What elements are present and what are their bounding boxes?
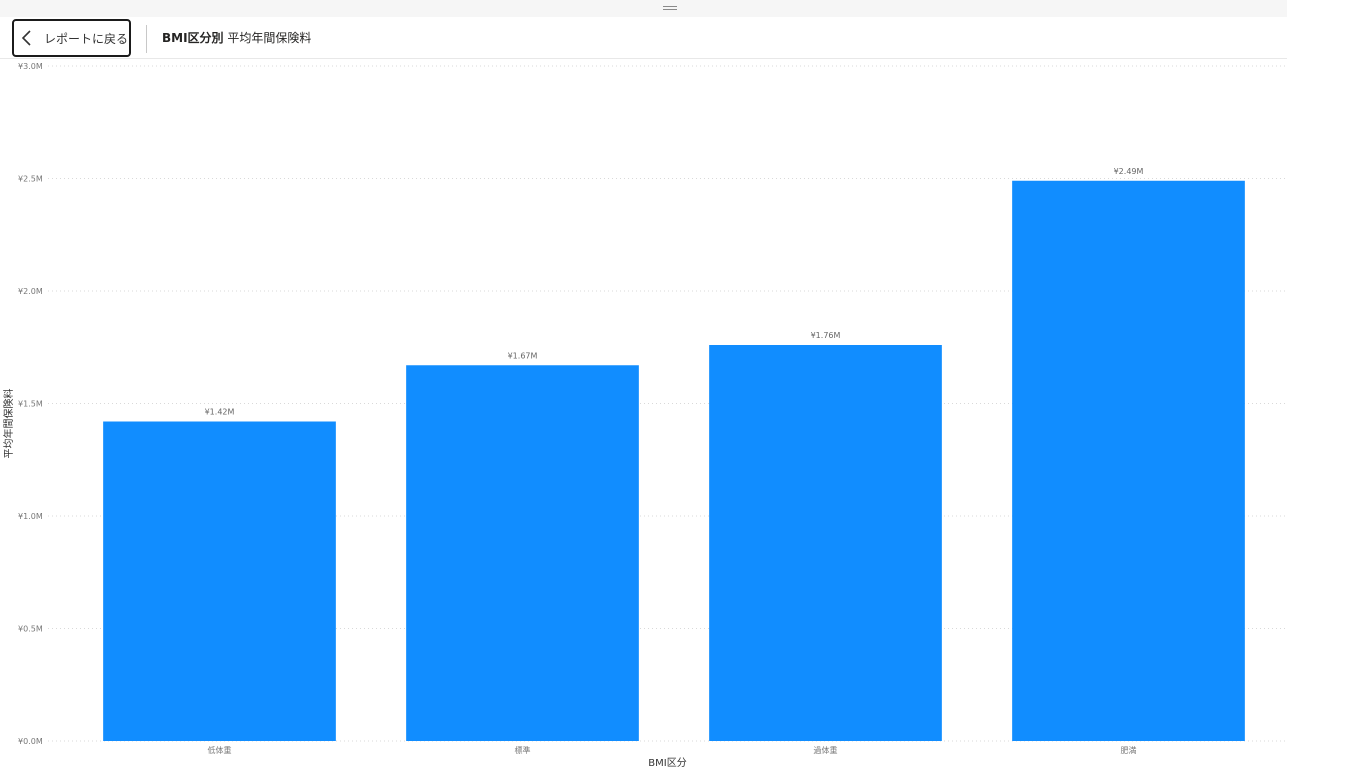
data-label: ¥2.49M <box>1114 167 1144 176</box>
y-tick-label: ¥2.5M <box>18 175 43 184</box>
bar[interactable] <box>406 365 639 741</box>
visual-title-rest: 平均年間保険料 <box>223 31 312 45</box>
visual-title-bold: BMI区分別 <box>162 31 224 45</box>
y-tick-label: ¥0.0M <box>18 737 43 746</box>
y-tick-label: ¥0.5M <box>18 625 43 634</box>
data-label: ¥1.76M <box>811 331 841 340</box>
right-gutter <box>1287 0 1349 769</box>
y-axis-title: 平均年間保険料 <box>2 389 15 459</box>
bar-chart: ¥0.0M ¥0.5M ¥1.0M ¥1.5M ¥2.0M ¥2.5M ¥3.0M ¥1.42… <box>2 62 1287 769</box>
chevron-left-icon <box>16 27 38 49</box>
focus-mode-canvas: レポートに戻る BMI区分別 平均年間保険料 ¥0.0M ¥0.5M ¥1.0M ¥1… <box>0 0 1349 769</box>
visual-title: BMI区分別 平均年間保険料 <box>162 29 311 46</box>
x-axis-title: BMI区分 <box>648 757 686 769</box>
data-label: ¥1.42M <box>205 408 235 417</box>
x-tick-label: 低体重 <box>208 745 232 755</box>
y-tick-label: ¥3.0M <box>18 62 43 71</box>
back-to-report-label: レポートに戻る <box>44 31 129 46</box>
data-label: ¥1.67M <box>508 351 538 360</box>
header-divider <box>146 25 147 53</box>
bar[interactable] <box>1012 180 1245 741</box>
x-tick-label: 過体重 <box>814 745 838 755</box>
y-tick-label: ¥1.5M <box>18 400 43 409</box>
bar[interactable] <box>709 345 942 741</box>
bar[interactable] <box>103 421 336 742</box>
y-tick-label: ¥2.0M <box>18 287 43 296</box>
drag-handle-icon[interactable] <box>663 6 677 10</box>
x-tick-label: 肥満 <box>1121 746 1137 755</box>
back-to-report-button[interactable]: レポートに戻る <box>12 19 131 57</box>
x-tick-label: 標準 <box>515 745 531 755</box>
y-tick-label: ¥1.0M <box>18 512 43 521</box>
focus-header: レポートに戻る BMI区分別 平均年間保険料 <box>0 17 1287 59</box>
drag-strip[interactable] <box>0 0 1287 17</box>
